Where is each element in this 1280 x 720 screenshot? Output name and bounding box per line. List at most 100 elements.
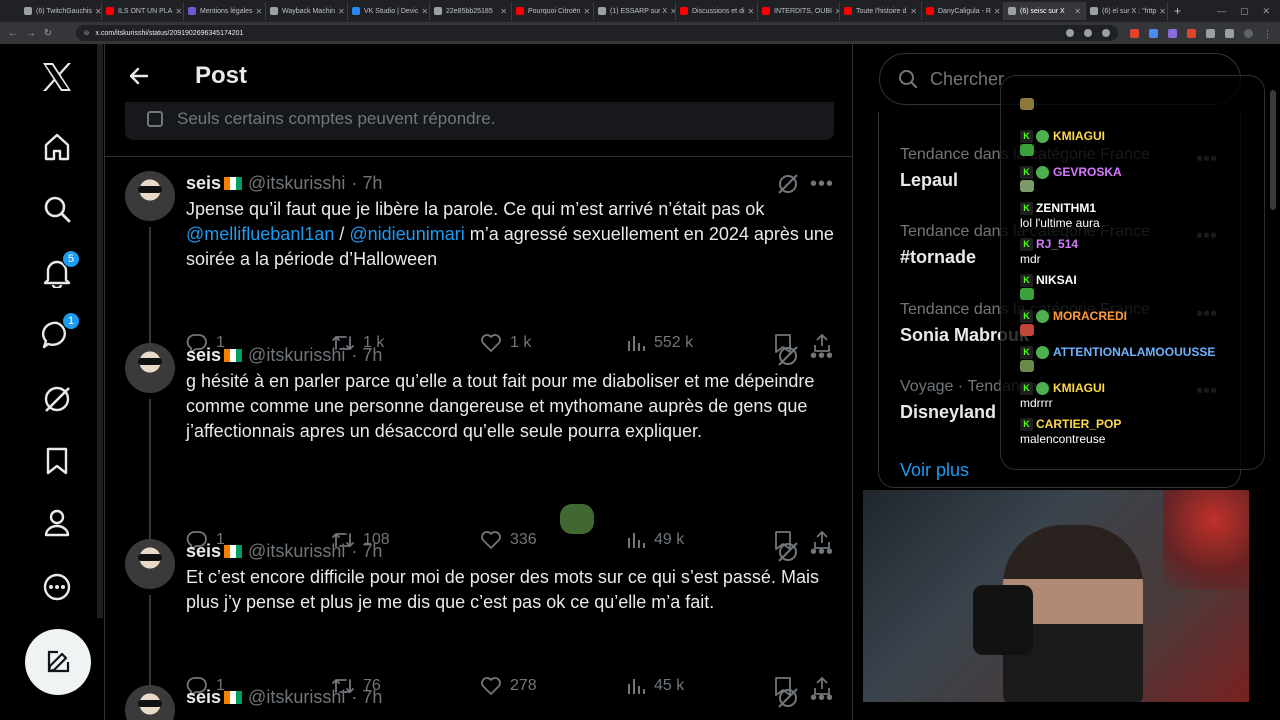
author-handle[interactable]: @itskurisshi — [248, 687, 345, 708]
ivory-coast-flag-icon — [224, 690, 243, 704]
browser-tab[interactable]: Pourquoi Citroën ✕ — [512, 2, 594, 20]
author-name[interactable]: seis — [186, 687, 221, 708]
author-name[interactable]: seis — [186, 345, 221, 366]
close-tab-icon[interactable]: ✕ — [907, 7, 917, 16]
browser-tab[interactable]: Wayback Machin ✕ — [266, 2, 348, 20]
close-tab-icon[interactable]: ✕ — [497, 7, 507, 16]
home-icon[interactable] — [40, 130, 74, 164]
grok-explain-icon[interactable] — [777, 345, 799, 367]
zoom-icon[interactable] — [1065, 29, 1074, 37]
close-tab-icon[interactable]: ✕ — [253, 7, 263, 16]
post-time[interactable]: · 7h — [351, 687, 382, 708]
more-menu-icon[interactable]: ••• — [810, 687, 833, 709]
browser-tab[interactable]: (6) TwitchGauchis ✕ — [20, 2, 102, 20]
close-tab-icon[interactable]: ✕ — [172, 7, 182, 16]
messages-icon[interactable]: 1 — [40, 312, 80, 352]
more-options-icon[interactable] — [40, 570, 74, 604]
close-tab-icon[interactable]: ✕ — [418, 7, 428, 16]
extension-icon[interactable] — [1148, 28, 1158, 38]
heart-icon — [481, 334, 501, 352]
avatar[interactable] — [125, 171, 175, 221]
browser-tab[interactable]: (6) el sur X : "http ✕ — [1086, 2, 1168, 20]
menu-icon[interactable]: ⋮ — [1263, 29, 1272, 39]
grok-explain-icon[interactable] — [777, 541, 799, 563]
close-tab-icon[interactable]: ✕ — [991, 7, 1001, 16]
see-more-link[interactable]: Voir plus — [900, 460, 969, 481]
grok-explain-icon[interactable] — [777, 173, 799, 195]
maximize-icon[interactable]: ▢ — [1240, 6, 1249, 17]
share-icon[interactable] — [1083, 29, 1092, 37]
browser-tab[interactable]: Mentions légales ✕ — [184, 2, 266, 20]
author-handle[interactable]: @itskurisshi — [248, 173, 345, 194]
like-button[interactable]: 336 — [480, 530, 537, 550]
bookmarks-icon[interactable] — [40, 444, 74, 478]
back-arrow-icon[interactable] — [127, 64, 151, 88]
close-tab-icon[interactable]: ✕ — [581, 7, 591, 16]
browser-tab[interactable]: 22e85bb25185 ✕ — [430, 2, 512, 20]
like-button[interactable]: 278 — [480, 676, 537, 696]
forward-nav-icon[interactable]: → — [26, 28, 40, 39]
author-handle[interactable]: @itskurisshi — [248, 541, 345, 562]
tab-strip: (6) TwitchGauchis ✕ ILS ONT UN PLA ✕ Mention… — [20, 2, 1168, 20]
url-input[interactable]: ⊜ x.com/itskurisshi/status/2091902696345… — [75, 25, 1118, 41]
extension-icon[interactable] — [1167, 28, 1177, 38]
like-button[interactable]: 1 k — [480, 333, 531, 353]
extension-icon[interactable] — [1129, 28, 1139, 38]
minimize-icon[interactable]: — — [1217, 6, 1226, 17]
site-info-icon[interactable]: ⊜ — [84, 29, 90, 37]
browser-tab[interactable]: (1) ESSARP sur X✕ — [594, 2, 676, 20]
mention-link[interactable]: @nidieunimari — [349, 224, 464, 244]
page-scrollbar[interactable] — [97, 44, 103, 618]
grok-icon[interactable] — [40, 382, 74, 416]
star-icon[interactable] — [1101, 29, 1110, 37]
grok-explain-icon[interactable] — [777, 687, 799, 709]
avatar[interactable] — [125, 685, 175, 720]
browser-tab[interactable]: ILS ONT UN PLA ✕ — [102, 2, 184, 20]
compose-post-button[interactable] — [25, 629, 91, 695]
close-window-icon[interactable]: ✕ — [1262, 6, 1270, 17]
extension-icon[interactable] — [1186, 28, 1196, 38]
reload-icon[interactable]: ↻ — [44, 28, 58, 39]
explore-search-icon[interactable] — [40, 192, 74, 226]
x-logo-icon[interactable] — [40, 60, 74, 94]
mention-link[interactable]: @mellifluebanl1an — [186, 224, 334, 244]
avatar[interactable] — [125, 539, 175, 589]
close-tab-icon[interactable]: ✕ — [1156, 7, 1166, 16]
sidepanel-icon[interactable] — [1224, 28, 1234, 38]
views-button[interactable]: 45 k — [626, 676, 684, 696]
close-tab-icon[interactable]: ✕ — [832, 7, 839, 16]
browser-tab[interactable]: VK Studio | Devic ✕ — [348, 2, 430, 20]
views-button[interactable]: 552 k — [626, 333, 693, 353]
post-time[interactable]: · 7h — [351, 345, 382, 366]
more-menu-icon[interactable]: ••• — [810, 173, 833, 195]
close-tab-icon[interactable]: ✕ — [335, 7, 345, 16]
profile-avatar[interactable] — [1243, 28, 1253, 38]
profile-icon[interactable] — [40, 506, 74, 540]
close-tab-icon[interactable]: ✕ — [92, 7, 101, 16]
notifications-bell-icon[interactable]: 5 — [40, 250, 80, 290]
like-count: 336 — [510, 531, 537, 548]
more-menu-icon[interactable]: ••• — [810, 345, 833, 367]
browser-tab[interactable]: Discussions et di ✕ — [676, 2, 758, 20]
close-tab-icon[interactable]: ✕ — [667, 7, 675, 16]
tab-label: (6) el sur X : "http — [1102, 7, 1157, 15]
extensions-puzzle-icon[interactable] — [1205, 28, 1215, 38]
close-tab-icon[interactable]: ✕ — [745, 7, 755, 16]
tab-favicon — [352, 7, 360, 15]
back-nav-icon[interactable]: ← — [8, 28, 22, 39]
author-name[interactable]: seis — [186, 541, 221, 562]
new-tab-button[interactable]: + — [1174, 4, 1181, 18]
right-scrollbar[interactable] — [1270, 90, 1276, 210]
views-button[interactable]: 49 k — [626, 530, 684, 550]
post-time[interactable]: · 7h — [351, 173, 382, 194]
avatar[interactable] — [125, 343, 175, 393]
browser-tab[interactable]: (6) seisc sur X ✕ — [1004, 2, 1086, 20]
more-menu-icon[interactable]: ••• — [810, 541, 833, 563]
close-tab-icon[interactable]: ✕ — [1071, 7, 1081, 16]
author-handle[interactable]: @itskurisshi — [248, 345, 345, 366]
author-name[interactable]: seis — [186, 173, 221, 194]
post-time[interactable]: · 7h — [351, 541, 382, 562]
browser-tab[interactable]: DanyCaligula - R ✕ — [922, 2, 1004, 20]
browser-tab[interactable]: INTERDITS, OUBI✕ — [758, 2, 840, 20]
browser-tab[interactable]: Toute l'histoire d ✕ — [840, 2, 922, 20]
